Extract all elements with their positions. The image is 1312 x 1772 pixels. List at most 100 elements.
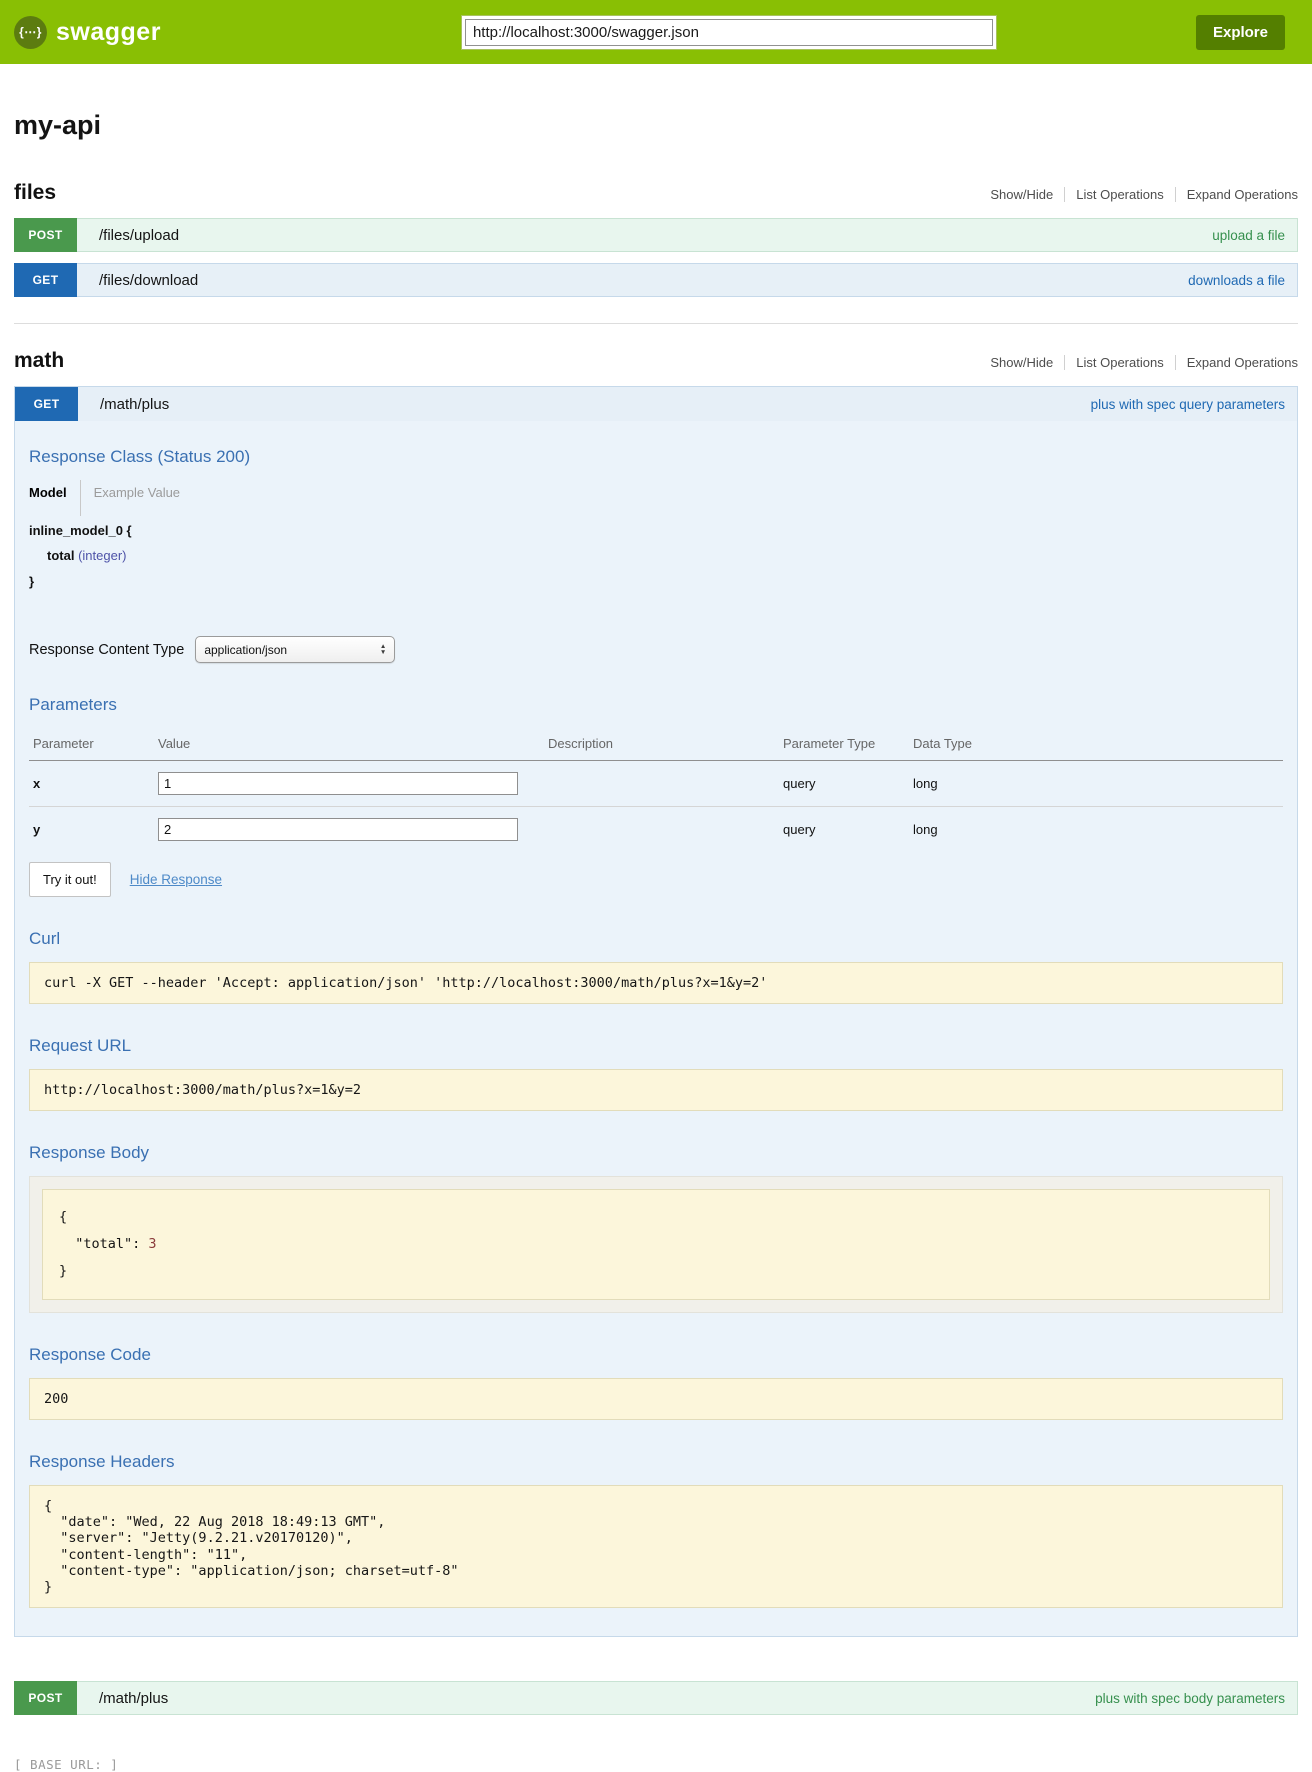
explore-button[interactable]: Explore <box>1196 15 1285 50</box>
operation-heading[interactable]: GET /math/plus plus with spec query para… <box>15 387 1297 421</box>
operation-heading[interactable]: GET /files/download downloads a file <box>14 263 1298 297</box>
expand-operations-link[interactable]: Expand Operations <box>1175 187 1298 202</box>
method-badge: POST <box>14 1681 77 1715</box>
base-url-label: [ BASE URL: ] <box>14 1757 1298 1772</box>
column-value: Value <box>154 728 544 761</box>
operation-row: POST /files/upload upload a file <box>14 218 1298 252</box>
param-data-type: long <box>909 761 1283 807</box>
param-description <box>544 807 779 853</box>
hide-response-link[interactable]: Hide Response <box>130 872 222 887</box>
curl-heading: Curl <box>29 929 1283 949</box>
model-signature-open: inline_model_0 { <box>29 518 1283 543</box>
spec-url-field-wrap <box>461 15 997 50</box>
json-brace-close: } <box>59 1263 67 1279</box>
param-row-y: y query long <box>29 807 1283 853</box>
response-body: { "total": 3 } <box>29 1176 1283 1313</box>
param-type: query <box>779 761 909 807</box>
operation-summary-link[interactable]: downloads a file <box>1188 264 1285 296</box>
select-arrows-icon: ▲▼ <box>380 644 386 655</box>
operation-path[interactable]: /files/download <box>99 264 198 296</box>
resource-title: files <box>14 181 56 205</box>
tab-model[interactable]: Model <box>29 480 81 516</box>
main-content: my-api files Show/Hide List Operations E… <box>14 110 1298 1772</box>
brand[interactable]: {⋯} swagger <box>14 16 161 49</box>
operation-summary-link[interactable]: plus with spec body parameters <box>1095 1682 1285 1714</box>
operation-summary-link[interactable]: plus with spec query parameters <box>1091 387 1285 421</box>
param-value-input-y[interactable] <box>158 818 518 841</box>
header-line: { <box>44 1498 52 1514</box>
resource-section-files: files Show/Hide List Operations Expand O… <box>14 181 1298 297</box>
column-data-type: Data Type <box>909 728 1283 761</box>
model-signature: inline_model_0 { total (integer) } <box>29 518 1283 594</box>
model-property: total (integer) <box>29 543 1283 568</box>
operation-row: GET /files/download downloads a file <box>14 263 1298 297</box>
resource-title: math <box>14 349 64 373</box>
resource-section-math: math Show/Hide List Operations Expand Op… <box>14 323 1298 1715</box>
page-title: my-api <box>14 110 1298 141</box>
param-type: query <box>779 807 909 853</box>
header-line: "content-type": "application/json; chars… <box>44 1563 459 1579</box>
response-content-type-row: Response Content Type application/json ▲… <box>29 636 1283 663</box>
json-key: "total": <box>75 1236 148 1252</box>
method-badge: GET <box>15 387 78 421</box>
json-brace-open: { <box>59 1209 67 1225</box>
operation-path[interactable]: /math/plus <box>100 387 169 421</box>
resource-head: math Show/Hide List Operations Expand Op… <box>14 349 1298 373</box>
operation-path[interactable]: /math/plus <box>99 1682 168 1714</box>
param-data-type: long <box>909 807 1283 853</box>
param-name: y <box>29 807 154 853</box>
model-property-type: (integer) <box>78 548 126 563</box>
method-badge: GET <box>14 263 77 297</box>
parameters-heading: Parameters <box>29 695 1283 715</box>
resource-controls: Show/Hide List Operations Expand Operati… <box>979 187 1298 202</box>
param-name: x <box>29 761 154 807</box>
column-parameter: Parameter <box>29 728 154 761</box>
parameters-table: Parameter Value Description Parameter Ty… <box>29 728 1283 852</box>
request-url-heading: Request URL <box>29 1036 1283 1056</box>
topbar: {⋯} swagger Explore <box>0 0 1312 64</box>
column-parameter-type: Parameter Type <box>779 728 909 761</box>
header-line: "content-length": "11", <box>44 1547 247 1563</box>
response-headers: { "date": "Wed, 22 Aug 2018 18:49:13 GMT… <box>29 1485 1283 1608</box>
expand-operations-link[interactable]: Expand Operations <box>1175 355 1298 370</box>
curl-command: curl -X GET --header 'Accept: applicatio… <box>29 962 1283 1004</box>
request-url-value: http://localhost:3000/math/plus?x=1&y=2 <box>29 1069 1283 1111</box>
operation-row-expanded: GET /math/plus plus with spec query para… <box>14 386 1298 1637</box>
parameters-header-row: Parameter Value Description Parameter Ty… <box>29 728 1283 761</box>
method-badge: POST <box>14 218 77 252</box>
header-line: } <box>44 1579 52 1595</box>
swagger-logo-icon: {⋯} <box>14 16 47 49</box>
operation-heading[interactable]: POST /files/upload upload a file <box>14 218 1298 252</box>
model-signature-close: } <box>29 569 1283 594</box>
resource-head: files Show/Hide List Operations Expand O… <box>14 181 1298 205</box>
list-operations-link[interactable]: List Operations <box>1064 187 1174 202</box>
try-it-out-button[interactable]: Try it out! <box>29 862 111 897</box>
operation-summary-link[interactable]: upload a file <box>1212 219 1285 251</box>
response-body-heading: Response Body <box>29 1143 1283 1163</box>
spec-url-input[interactable] <box>465 19 993 46</box>
response-content-type-select[interactable]: application/json ▲▼ <box>195 636 395 663</box>
response-headers-heading: Response Headers <box>29 1452 1283 1472</box>
operation-path[interactable]: /files/upload <box>99 219 179 251</box>
response-content-type-label: Response Content Type <box>29 642 184 658</box>
operation-heading[interactable]: POST /math/plus plus with spec body para… <box>14 1681 1298 1715</box>
brand-text: swagger <box>56 18 161 47</box>
response-code-heading: Response Code <box>29 1345 1283 1365</box>
selected-option: application/json <box>204 643 287 657</box>
model-property-name: total <box>47 548 74 563</box>
response-body-json: { "total": 3 } <box>42 1189 1270 1300</box>
tab-example-value[interactable]: Example Value <box>81 480 193 516</box>
try-it-out-row: Try it out! Hide Response <box>29 862 1283 897</box>
operation-row: POST /math/plus plus with spec body para… <box>14 1681 1298 1715</box>
list-operations-link[interactable]: List Operations <box>1064 355 1174 370</box>
param-value-input-x[interactable] <box>158 772 518 795</box>
show-hide-link[interactable]: Show/Hide <box>979 355 1064 370</box>
operation-panel: Response Class (Status 200) Model Exampl… <box>15 447 1297 1636</box>
json-value: 3 <box>148 1236 156 1252</box>
column-description: Description <box>544 728 779 761</box>
header-line: "server": "Jetty(9.2.21.v20170120)", <box>44 1530 353 1546</box>
response-code-value: 200 <box>29 1378 1283 1420</box>
response-class-tabs: Model Example Value <box>29 480 1283 516</box>
param-description <box>544 761 779 807</box>
show-hide-link[interactable]: Show/Hide <box>979 187 1064 202</box>
